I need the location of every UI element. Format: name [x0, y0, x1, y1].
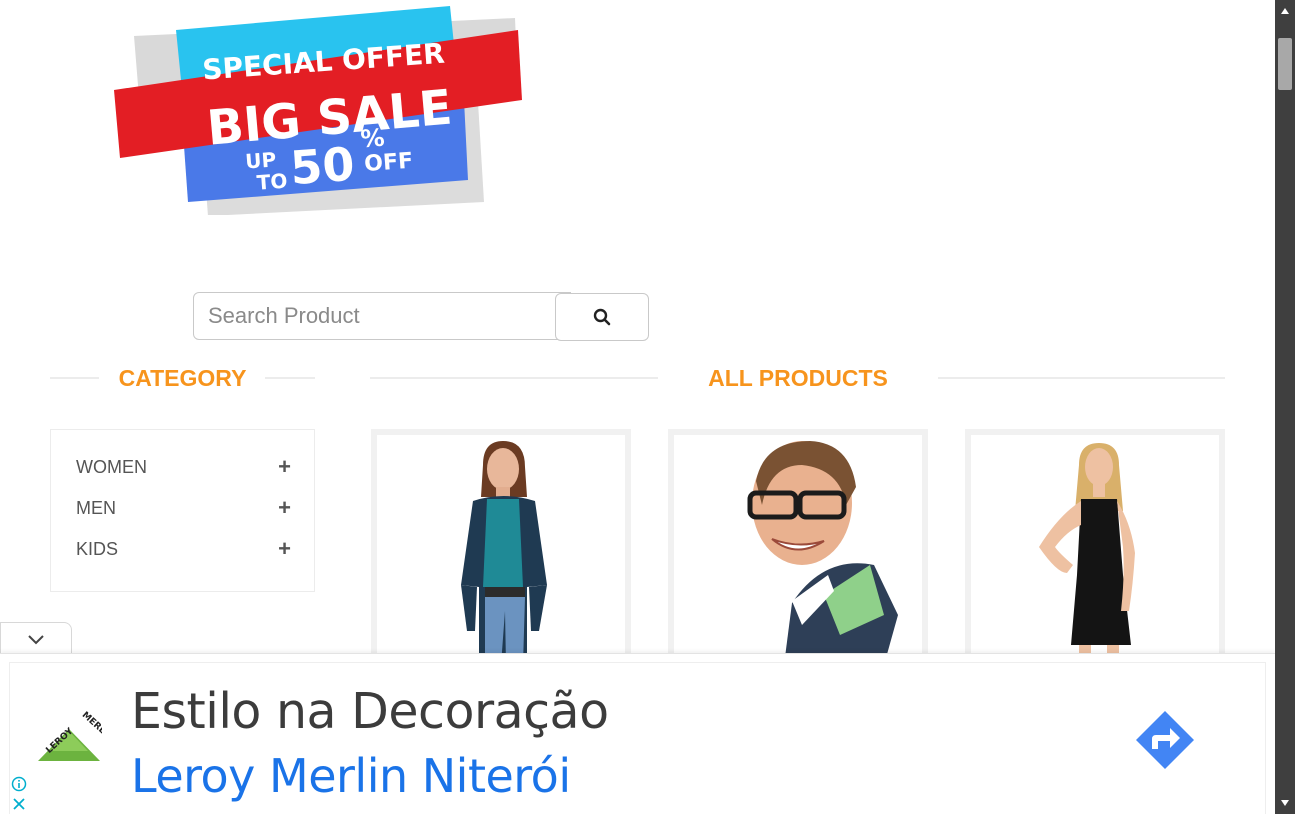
- banner-off: OFF: [363, 149, 413, 177]
- svg-text:MERLIN: MERLIN: [80, 711, 102, 744]
- category-item-label: KIDS: [76, 538, 119, 559]
- category-item-men[interactable]: MEN +: [76, 494, 291, 522]
- scroll-up-button[interactable]: [1275, 0, 1295, 22]
- search-icon: [593, 308, 611, 326]
- man-glasses-photo: [747, 441, 898, 665]
- banner-percent: 50: [289, 137, 357, 195]
- category-heading: CATEGORY: [50, 362, 315, 394]
- plus-icon[interactable]: +: [278, 538, 291, 560]
- products-title: ALL PRODUCTS: [708, 364, 888, 391]
- ad-close-icon[interactable]: [11, 796, 27, 812]
- heading-divider: [265, 377, 315, 379]
- category-item-kids[interactable]: KIDS +: [76, 535, 291, 563]
- chevron-down-icon: [28, 634, 44, 644]
- ad-banner[interactable]: LEROY MERLIN Estilo na Decoração Leroy M…: [0, 653, 1275, 814]
- scrollbar-thumb[interactable]: [1278, 38, 1292, 90]
- category-item-women[interactable]: WOMEN +: [76, 453, 291, 481]
- category-item-label: WOMEN: [76, 456, 147, 477]
- directions-icon[interactable]: [1134, 709, 1196, 771]
- arrow-down-icon: [1281, 800, 1289, 806]
- page: SPECIAL OFFER BIG SALE UP TO 50 % OFF CA…: [0, 0, 1275, 814]
- collapse-ad-button[interactable]: [0, 622, 72, 656]
- plus-icon[interactable]: +: [278, 497, 291, 519]
- search-button[interactable]: [555, 293, 649, 341]
- heading-divider: [370, 377, 659, 379]
- woman-casual-photo: [461, 441, 547, 665]
- vertical-scrollbar[interactable]: [1275, 0, 1295, 814]
- product-card[interactable]: [371, 429, 631, 669]
- search-bar: [193, 292, 649, 342]
- ad-title[interactable]: Estilo na Decoração: [131, 683, 609, 740]
- product-card[interactable]: [668, 429, 928, 669]
- ad-info-icon[interactable]: [11, 776, 27, 792]
- category-title: CATEGORY: [118, 364, 247, 391]
- banner-percent-sign: %: [360, 124, 386, 154]
- plus-icon[interactable]: +: [278, 456, 291, 478]
- heading-divider: [50, 377, 99, 379]
- category-item-label: MEN: [76, 497, 116, 518]
- ad-subtitle[interactable]: Leroy Merlin Niterói: [131, 749, 571, 803]
- category-list: WOMEN + MEN + KIDS +: [50, 429, 315, 592]
- scroll-down-button[interactable]: [1275, 792, 1295, 814]
- promo-banner[interactable]: SPECIAL OFFER BIG SALE UP TO 50 % OFF: [110, 0, 540, 216]
- heading-divider: [937, 377, 1225, 379]
- woman-black-dress-photo: [1039, 443, 1135, 665]
- search-input[interactable]: [193, 292, 571, 340]
- arrow-up-icon: [1281, 8, 1289, 14]
- products-heading: ALL PRODUCTS: [370, 362, 1225, 394]
- leroy-merlin-logo: LEROY MERLIN: [38, 711, 102, 761]
- product-card[interactable]: [965, 429, 1225, 669]
- banner-to: TO: [256, 169, 288, 195]
